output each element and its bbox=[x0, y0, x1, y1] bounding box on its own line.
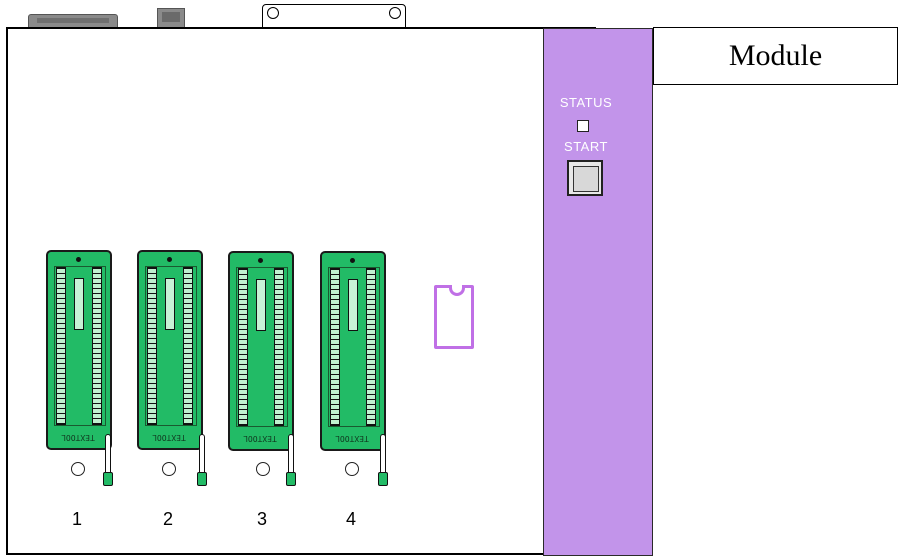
lever-knob-3[interactable] bbox=[286, 472, 296, 486]
lever-knob-1[interactable] bbox=[103, 472, 113, 486]
parallel-connector bbox=[262, 4, 406, 28]
start-label: START bbox=[564, 139, 608, 154]
pin-row-left bbox=[56, 267, 66, 425]
pin-row-left bbox=[238, 268, 248, 426]
socket-brand: TEXTOOL bbox=[152, 433, 186, 442]
socket-led-1 bbox=[71, 462, 85, 476]
socket-led-4 bbox=[345, 462, 359, 476]
lever-knob-4[interactable] bbox=[378, 472, 388, 486]
pin-row-right bbox=[92, 267, 102, 425]
zif-socket-4[interactable]: TEXTOOL bbox=[320, 251, 386, 451]
socket-brand: TEXTOOL bbox=[335, 434, 369, 443]
zif-socket-3[interactable]: TEXTOOL bbox=[228, 251, 294, 451]
socket-brand: TEXTOOL bbox=[61, 433, 95, 442]
socket-number-4: 4 bbox=[345, 509, 356, 529]
lever-knob-2[interactable] bbox=[197, 472, 207, 486]
socket-brand: TEXTOOL bbox=[243, 434, 277, 443]
start-button[interactable] bbox=[567, 160, 603, 196]
pin1-dot bbox=[167, 257, 172, 262]
status-led bbox=[577, 120, 589, 132]
socket-led-2 bbox=[162, 462, 176, 476]
zif-socket-2[interactable]: TEXTOOL bbox=[137, 250, 203, 450]
pin-row-right bbox=[366, 268, 376, 426]
socket-number-2: 2 bbox=[162, 509, 173, 529]
pin-row-right bbox=[274, 268, 284, 426]
pin-row-left bbox=[147, 267, 157, 425]
status-label: STATUS bbox=[559, 95, 613, 110]
dip-chip-outline-icon bbox=[434, 285, 474, 349]
module-label: Module bbox=[653, 27, 898, 85]
pin1-dot bbox=[350, 258, 355, 263]
zif-socket-1[interactable]: TEXTOOL bbox=[46, 250, 112, 450]
pin-row-left bbox=[330, 268, 340, 426]
pin1-dot bbox=[76, 257, 81, 262]
serial-connector bbox=[28, 14, 118, 28]
pin-row-right bbox=[183, 267, 193, 425]
socket-led-3 bbox=[256, 462, 270, 476]
power-connector bbox=[157, 8, 185, 28]
socket-number-3: 3 bbox=[256, 509, 267, 529]
pin1-dot bbox=[258, 258, 263, 263]
socket-number-1: 1 bbox=[71, 509, 82, 529]
chip-notch bbox=[449, 285, 465, 296]
module-label-text: Module bbox=[728, 39, 823, 72]
